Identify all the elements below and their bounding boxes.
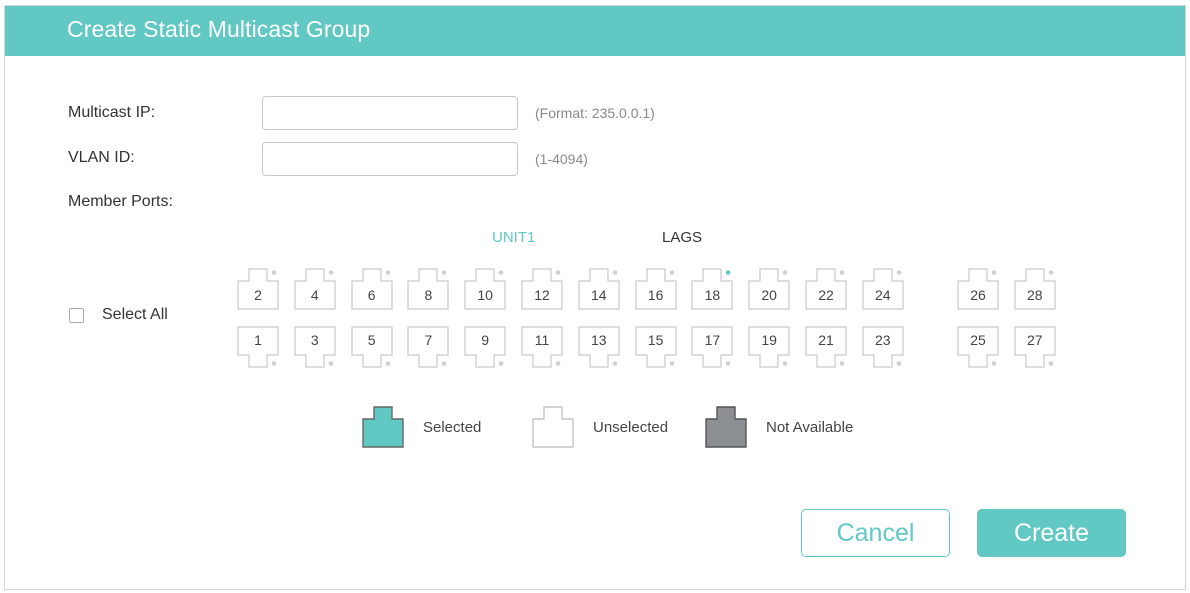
port-17[interactable]: 17 (691, 326, 733, 368)
port-number-label: 8 (424, 287, 433, 303)
port-5[interactable]: 5 (350, 326, 393, 368)
port-12[interactable]: 12 (521, 268, 563, 310)
port-number-label: 16 (647, 287, 664, 303)
port-number-label: 4 (310, 287, 319, 303)
port-number-label: 5 (367, 332, 376, 348)
legend-unselected-swatch (532, 406, 574, 448)
port-number-label: 21 (818, 332, 834, 348)
port-number-label: 6 (367, 287, 376, 303)
member-ports-label: Member Ports: (68, 193, 173, 210)
port-25[interactable]: 25 (957, 326, 999, 368)
port-number-label: 17 (704, 332, 721, 348)
port-number-label: 7 (424, 332, 433, 348)
port-number-label: 26 (970, 287, 986, 303)
port-15[interactable]: 15 (634, 326, 677, 368)
dialog-title-bar: Create Static Multicast Group (5, 6, 1185, 56)
vlan-id-label: VLAN ID: (68, 149, 135, 166)
port-16[interactable]: 16 (634, 268, 677, 310)
port-7[interactable]: 7 (407, 326, 449, 368)
port-number-label: 1 (254, 332, 262, 348)
legend-unselected-label: Unselected (593, 419, 669, 436)
port-26[interactable]: 26 (957, 268, 999, 310)
legend-selected-label: Selected (423, 419, 482, 436)
legend-not-available-label: Not Available (766, 419, 854, 436)
port-24[interactable]: 24 (862, 268, 904, 310)
port-2[interactable]: 2 (237, 268, 279, 310)
legend-not-available-swatch (705, 406, 747, 448)
port-23[interactable]: 23 (862, 326, 904, 368)
port-number-label: 12 (534, 287, 550, 303)
port-number-label: 18 (704, 287, 721, 303)
port-22[interactable]: 22 (805, 268, 847, 310)
port-number-label: 3 (310, 332, 319, 348)
port-10[interactable]: 10 (464, 268, 506, 310)
lags-tab[interactable]: LAGS (662, 229, 702, 246)
port-4[interactable]: 4 (294, 268, 336, 310)
port-28[interactable]: 28 (1014, 268, 1056, 310)
port-8[interactable]: 8 (407, 268, 449, 310)
dialog-title: Create Static Multicast Group (67, 16, 371, 42)
port-21[interactable]: 21 (805, 326, 847, 368)
port-20[interactable]: 20 (748, 268, 790, 310)
port-18[interactable]: 18 (691, 268, 733, 310)
port-number-label: 13 (591, 332, 607, 348)
multicast-ip-label: Multicast IP: (68, 104, 156, 121)
vlan-id-input[interactable] (262, 142, 518, 176)
port-11[interactable]: 11 (521, 326, 563, 368)
port-number-label: 14 (591, 287, 607, 303)
select-all-label: Select All (102, 306, 168, 323)
port-14[interactable]: 14 (578, 268, 620, 310)
port-19[interactable]: 19 (748, 326, 790, 368)
port-27[interactable]: 27 (1014, 326, 1056, 368)
port-number-label: 25 (970, 332, 986, 348)
port-1[interactable]: 1 (237, 326, 279, 368)
port-13[interactable]: 13 (578, 326, 620, 368)
unit1-tab[interactable]: UNIT1 (492, 229, 535, 246)
select-all-checkbox[interactable] (69, 308, 84, 323)
port-9[interactable]: 9 (464, 326, 506, 368)
cancel-button[interactable]: Cancel (801, 509, 950, 557)
port-number-label: 23 (875, 332, 891, 348)
port-number-label: 20 (761, 287, 777, 303)
port-number-label: 9 (481, 332, 490, 348)
port-number-label: 15 (647, 332, 664, 348)
port-number-label: 10 (477, 287, 493, 303)
create-static-multicast-group-dialog: Create Static Multicast Group Multicast … (4, 5, 1186, 590)
port-3[interactable]: 3 (294, 326, 336, 368)
port-number-label: 27 (1027, 332, 1043, 348)
port-number-label: 11 (534, 332, 550, 348)
multicast-ip-input[interactable] (262, 96, 518, 130)
vlan-id-range-hint: (1-4094) (535, 151, 588, 167)
port-number-label: 19 (761, 332, 777, 348)
port-number-label: 2 (254, 287, 262, 303)
legend-selected-swatch (362, 406, 404, 448)
create-button[interactable]: Create (977, 509, 1126, 557)
multicast-ip-format-hint: (Format: 235.0.0.1) (535, 105, 655, 121)
port-number-label: 28 (1027, 287, 1043, 303)
port-number-label: 22 (818, 287, 834, 303)
port-number-label: 24 (875, 287, 891, 303)
port-6[interactable]: 6 (350, 268, 393, 310)
